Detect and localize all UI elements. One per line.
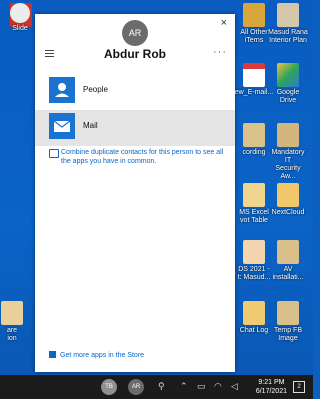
folder-icon [277, 123, 299, 147]
taskbar: TB AR ⚲ ⌃ ▭ ◠ ◁ 9:21 PM 6/17/2021 2 [0, 375, 313, 399]
store-icon [49, 351, 56, 358]
desktop-icon[interactable]: Slide [6, 3, 34, 33]
more-options-icon[interactable]: ··· [213, 46, 227, 58]
desktop-icon-label: Google Drive [276, 89, 300, 104]
folder-icon [277, 183, 299, 207]
taskbar-avatar-button[interactable]: TB [101, 379, 117, 395]
clock-date: 6/17/2021 [255, 388, 287, 395]
contact-name: Abdur Rob [104, 47, 166, 61]
network-icon[interactable]: ▭ [197, 381, 206, 392]
folder-icon [243, 123, 265, 147]
desktop-icon-label: AV installati... [272, 266, 304, 281]
desktop-icon-label: NextCloud [271, 209, 305, 216]
folder-icon [1, 301, 23, 325]
app-item-mail[interactable]: Mail [35, 110, 235, 146]
folder-icon [277, 301, 299, 325]
document-icon [277, 3, 299, 27]
chevron-up-icon[interactable]: ⌃ [180, 381, 188, 392]
folder-icon [243, 183, 265, 207]
volume-icon[interactable]: ◁ [231, 381, 238, 392]
desktop-icon-google-drive[interactable]: Google Drive [268, 63, 308, 105]
people-icon [49, 77, 75, 103]
contact-avatar: AR [122, 20, 148, 46]
mail-icon [49, 113, 75, 139]
google-drive-icon [277, 63, 299, 87]
taskbar-avatar-button[interactable]: AR [128, 379, 144, 395]
app-item-label: Mail [83, 121, 98, 130]
desktop-icon-label: Masud Rana Interior Plan [268, 29, 308, 44]
desktop-icon-nextcloud[interactable]: NextCloud [268, 183, 308, 217]
people-tray-icon[interactable]: ⚲ [158, 381, 165, 392]
link-contacts-icon [49, 149, 59, 158]
desktop-icon-label: Slide [12, 25, 28, 32]
desktop-icon-interior-plan[interactable]: Masud Rana Interior Plan [268, 3, 308, 45]
desktop-icon-label: Mandatory IT Security Aw... [271, 149, 305, 180]
store-link-text: Get more apps in the Store [60, 352, 145, 359]
desktop-icon-temp-fb[interactable]: Temp FB Image [268, 301, 308, 343]
folder-icon [243, 301, 265, 325]
combine-contacts-text: Combine duplicate contacts for this pers… [61, 149, 224, 165]
folder-icon [277, 240, 299, 264]
app-item-people[interactable]: People [35, 74, 235, 110]
close-icon[interactable]: × [221, 17, 227, 29]
clock[interactable]: 9:21 PM 6/17/2021 [256, 378, 287, 396]
get-more-apps-link[interactable]: Get more apps in the Store [49, 351, 144, 359]
folder-icon [243, 3, 265, 27]
clock-time: 9:21 PM [258, 379, 285, 386]
combine-contacts-link[interactable]: Combine duplicate contacts for this pers… [49, 148, 227, 166]
desktop-icon-label: are ion [6, 327, 18, 342]
desktop-icon-label: Temp FB Image [273, 327, 302, 342]
document-icon [243, 240, 265, 264]
pdf-icon [243, 63, 265, 87]
desktop-icon-av-install[interactable]: AV installati... [268, 240, 308, 282]
power-icon [10, 3, 30, 23]
desktop-icon-share[interactable]: are ion [0, 301, 32, 343]
wifi-icon[interactable]: ◠ [214, 381, 222, 392]
desktop-icon-mandatory-it[interactable]: Mandatory IT Security Aw... [268, 123, 308, 181]
people-contact-card: AR × Abdur Rob ··· People Mail Combine d… [35, 14, 235, 372]
app-item-label: People [83, 85, 108, 94]
notification-icon[interactable]: 2 [293, 381, 305, 393]
